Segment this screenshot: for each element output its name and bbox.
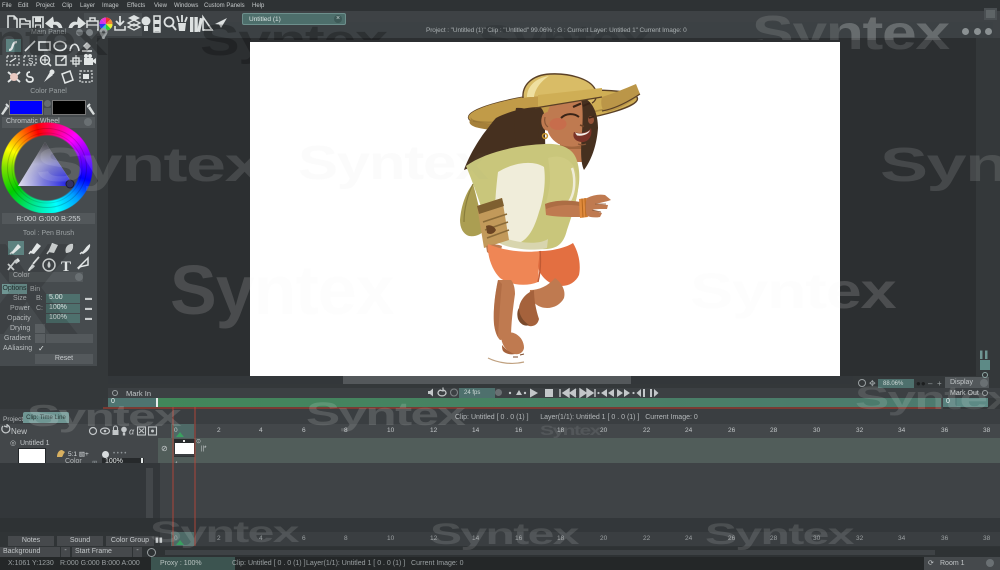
svg-text:S: S xyxy=(28,57,33,66)
svg-text:α: α xyxy=(129,427,135,437)
svg-text:New: New xyxy=(11,427,27,436)
